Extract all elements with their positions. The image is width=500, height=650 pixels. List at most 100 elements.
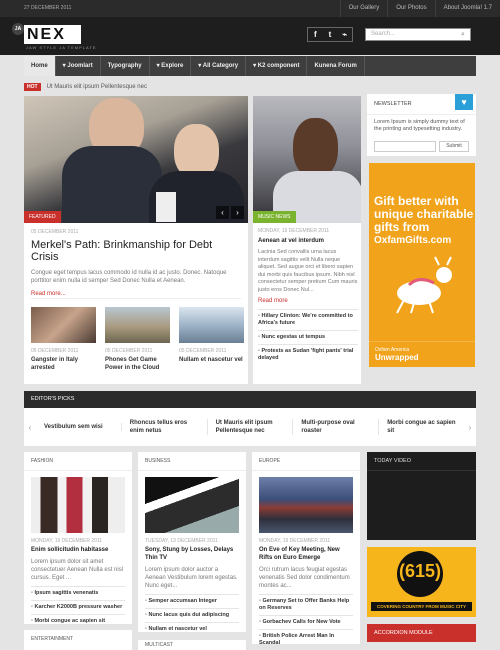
business-body: Lorem ipsum dolor auctor a Aenean Vestib… xyxy=(145,567,238,589)
country-ad[interactable]: (615) COVERING COUNTRY FROM MUSIC CITY xyxy=(367,547,476,617)
thumb-title[interactable]: Gangster in Italy arrested xyxy=(31,356,96,372)
facebook-icon[interactable]: f xyxy=(308,28,323,41)
list-item[interactable]: Protests as Sudan 'fight pants' trial de… xyxy=(258,344,358,365)
featured-tag[interactable]: FEATURED xyxy=(24,211,61,223)
list-item[interactable]: Germany Set to Offer Banks Help on Reser… xyxy=(259,594,353,615)
music-tag[interactable]: MUSIC NEWS xyxy=(253,211,296,223)
business-headline[interactable]: Sony, Stung by Losses, Delays Thin TV xyxy=(145,546,239,562)
hot-badge: HOT xyxy=(24,83,41,91)
today-video-module: TODAY VIDEO xyxy=(367,452,476,540)
list-item[interactable]: Gorbachev Calls for New Vote xyxy=(259,615,353,629)
thumb-list: 05 DECEMBER 2011 Gangster in Italy arres… xyxy=(31,307,244,372)
ad-text: Gift better with unique charitable gifts… xyxy=(374,195,473,247)
search-icon[interactable]: ⌕ xyxy=(461,28,472,41)
ad-footer: Oxfam America Unwrapped xyxy=(369,341,475,367)
fashion-title: FASHION xyxy=(24,452,132,471)
thumb-item[interactable]: 05 DECEMBER 2011 Phones Get Game Power i… xyxy=(105,307,170,372)
nav-kunena[interactable]: Kunena Forum xyxy=(307,56,365,76)
thumb-date: 05 DECEMBER 2011 xyxy=(31,348,79,354)
pick-item[interactable]: Vestibulum sem wisi xyxy=(36,423,122,431)
nav-explore[interactable]: ▾ Explore xyxy=(150,56,192,76)
gallery-link[interactable]: Our Gallery xyxy=(339,0,388,17)
entertainment-title: ENTERTAINMENT xyxy=(31,636,74,642)
chevron-right-icon[interactable]: › xyxy=(464,423,476,432)
today-video-title: TODAY VIDEO xyxy=(367,452,476,471)
main-nav: Home ▾ Joomlart Typography ▾ Explore ▾ A… xyxy=(24,56,476,76)
oxfam-ad[interactable]: Gift better with unique charitable gifts… xyxy=(369,163,475,367)
featured-read-more[interactable]: Read more... xyxy=(31,291,241,297)
featured-title[interactable]: Merkel's Path: Brinkmanship for Debt Cri… xyxy=(31,239,241,263)
ad-number: (615) xyxy=(398,561,442,581)
business-image[interactable] xyxy=(145,477,239,533)
nav-typography[interactable]: Typography xyxy=(101,56,150,76)
fashion-module: FASHION MONDAY, 19 DECEMBER 2011 Enim so… xyxy=(24,452,132,624)
business-module: BUSINESS TUESDAY, 13 DECEMBER 2011 Sony,… xyxy=(138,452,246,632)
multicast-module: MULTICAST xyxy=(138,640,246,650)
list-item[interactable]: Karcher K2000B pressure washer xyxy=(31,600,125,614)
newsletter-email-input[interactable] xyxy=(374,141,436,152)
business-title: BUSINESS xyxy=(138,452,246,471)
thumb-item[interactable]: 05 DECEMBER 2011 Gangster in Italy arres… xyxy=(31,307,96,372)
list-item[interactable]: Ipsum sagittis venenatis xyxy=(31,586,125,600)
search-input[interactable]: Search... xyxy=(365,28,471,41)
europe-headline[interactable]: On Eve of Key Meeting, New Rifts on Euro… xyxy=(259,546,353,562)
ad-slogan: COVERING COUNTRY FROM MUSIC CITY xyxy=(371,602,472,611)
logo-text: NEX xyxy=(24,25,81,44)
ad-line: gifts from xyxy=(374,220,430,234)
thumb-image xyxy=(179,307,244,343)
social-icons: f t ⌁ xyxy=(307,27,353,42)
fashion-image[interactable] xyxy=(31,477,125,533)
europe-body: Orci rutrum lacus feugiat egestas venena… xyxy=(259,567,350,589)
prev-arrow-icon[interactable]: ‹ xyxy=(216,206,229,219)
photos-link[interactable]: Our Photos xyxy=(387,0,434,17)
featured-image[interactable]: FEATURED ‹ › xyxy=(24,96,248,223)
ja-badge: JA xyxy=(12,23,24,35)
nav-all-category[interactable]: ▾ All Category xyxy=(191,56,247,76)
list-item[interactable]: Nullam et nascetur vel xyxy=(145,622,239,636)
site-logo[interactable]: JA NEX JAW STYLE JA TEMPLATE xyxy=(12,23,96,51)
thumb-image xyxy=(31,307,96,343)
music-content: MONDAY, 19 DECEMBER 2011 Aenean at vel i… xyxy=(258,228,358,365)
music-links: Hillary Clinton: We're committed to Afri… xyxy=(258,309,358,365)
rss-icon[interactable]: ⌁ xyxy=(337,28,352,41)
europe-image[interactable] xyxy=(259,477,353,533)
ad-number-text: 615 xyxy=(404,561,436,581)
list-item[interactable]: Nunc lacus quis dui adipiscing xyxy=(145,608,239,622)
nav-home[interactable]: Home xyxy=(24,56,56,76)
nav-all-category-label: All Category xyxy=(202,63,239,69)
pick-item[interactable]: Rhoncus tellus eros enim netus xyxy=(122,419,208,435)
ticker-text[interactable]: Ut Mauris elit ipsum Pellentesque nec xyxy=(47,84,147,90)
editors-picks-bar: ‹ Vestibulum sem wisi Rhoncus tellus ero… xyxy=(24,408,476,446)
pick-item[interactable]: Morbi congue ac sapien sit xyxy=(379,419,464,435)
entertainment-module: ENTERTAINMENT xyxy=(24,630,132,650)
fashion-headline[interactable]: Enim sollicitudin habitasse xyxy=(31,546,125,554)
thumb-title[interactable]: Nullam et nascetur vel xyxy=(179,356,244,364)
chevron-left-icon[interactable]: ‹ xyxy=(24,423,36,432)
music-image[interactable]: MUSIC NEWS xyxy=(253,96,361,223)
list-item[interactable]: Semper accumsan Integer xyxy=(145,594,239,608)
thumb-item[interactable]: 05 DECEMBER 2011 Nullam et nascetur vel xyxy=(179,307,244,372)
nav-k2[interactable]: ▾ K2 component xyxy=(246,56,308,76)
business-links: Semper accumsan Integer Nunc lacus quis … xyxy=(145,594,239,636)
newsletter-submit-button[interactable]: Submit xyxy=(439,141,469,152)
fashion-links: Ipsum sagittis venenatis Karcher K2000B … xyxy=(31,586,125,628)
pick-item[interactable]: Ut Mauris elit ipsum Pellentesque nec xyxy=(208,419,294,435)
thumb-title[interactable]: Phones Get Game Power in the Cloud xyxy=(105,356,170,372)
nav-explore-label: Explore xyxy=(161,63,184,69)
list-item[interactable]: Hillary Clinton: We're committed to Afri… xyxy=(258,309,358,330)
music-read-more[interactable]: Read more xyxy=(258,298,358,304)
next-arrow-icon[interactable]: › xyxy=(231,206,244,219)
pick-item[interactable]: Multi-purpose oval roaster xyxy=(293,419,380,435)
europe-date: MONDAY, 19 DECEMBER 2011 xyxy=(259,538,331,544)
current-date: 27 December 2011 xyxy=(24,5,72,11)
list-item[interactable]: British Police Arrest Man In Scandal xyxy=(259,629,353,650)
about-link[interactable]: About Joomla! 1.7 xyxy=(434,0,500,17)
list-item[interactable]: Nunc egestas ut tempus xyxy=(258,330,358,344)
nav-joomlart[interactable]: ▾ Joomlart xyxy=(56,56,101,76)
heart-icon[interactable]: ♥ xyxy=(455,94,473,110)
top-bar: 27 December 2011 Our Gallery Our Photos … xyxy=(0,0,500,17)
featured-date: 05 DECEMBER 2011 xyxy=(31,229,79,235)
twitter-icon[interactable]: t xyxy=(323,28,338,41)
music-title[interactable]: Aenean at vel interdum xyxy=(258,238,358,244)
list-item[interactable]: Morbi congue ac sapien sit xyxy=(31,614,125,628)
